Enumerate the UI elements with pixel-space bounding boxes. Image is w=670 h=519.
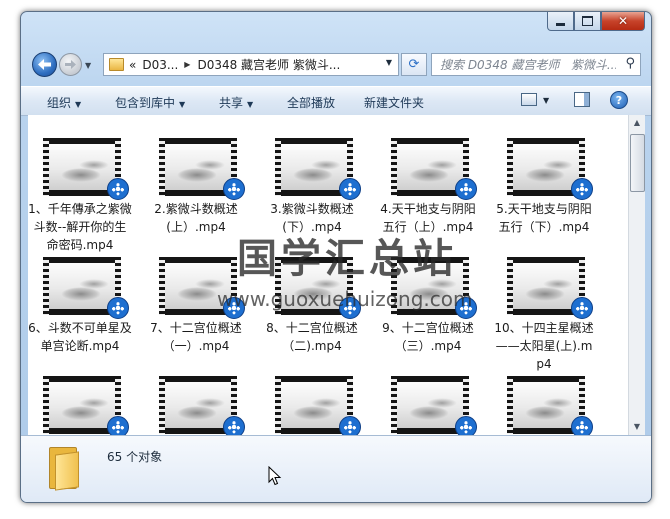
search-input[interactable] bbox=[438, 55, 618, 74]
explorer-window: ✕ ▼ « D03... ▶ D0348 藏宫老师 紫微斗... ▼ ⟳ ⚲ 组… bbox=[20, 11, 652, 503]
refresh-button[interactable]: ⟳ bbox=[401, 53, 427, 76]
video-thumbnail bbox=[391, 138, 477, 200]
media-player-icon bbox=[571, 178, 593, 200]
caption-buttons: ✕ bbox=[547, 12, 645, 31]
help-icon[interactable]: ? bbox=[610, 91, 628, 109]
file-name: 3.紫微斗数概述(下）.mp4 bbox=[270, 202, 354, 234]
share-menu[interactable]: 共享 ▼ bbox=[219, 94, 253, 111]
arrow-right-icon bbox=[65, 60, 76, 69]
chevron-down-icon: ▼ bbox=[75, 100, 82, 109]
minimize-button[interactable] bbox=[547, 12, 574, 31]
refresh-icon: ⟳ bbox=[408, 57, 420, 72]
folder-icon bbox=[109, 58, 124, 71]
video-thumbnail bbox=[159, 138, 245, 200]
recent-pages-dropdown-icon[interactable]: ▼ bbox=[85, 61, 91, 70]
chevron-down-icon: ▼ bbox=[247, 100, 254, 109]
chevron-right-icon[interactable]: ▶ bbox=[184, 60, 190, 69]
file-name: 6、斗数不可单星及单宫论断.mp4 bbox=[28, 321, 132, 353]
video-thumbnail bbox=[159, 376, 245, 435]
new-folder-button[interactable]: 新建文件夹 bbox=[364, 94, 424, 111]
media-player-icon bbox=[455, 297, 477, 319]
chevron-down-icon[interactable]: ▼ bbox=[386, 58, 392, 67]
breadcrumb-item[interactable]: D03... bbox=[142, 58, 178, 72]
item-count: 65 个对象 bbox=[107, 450, 163, 464]
file-list: 1、千年傳承之紫微斗数--解开你的生命密码.mp4 2.紫微斗数概述(上）.mp4… bbox=[28, 115, 628, 435]
media-player-icon bbox=[455, 416, 477, 435]
folder-icon bbox=[49, 445, 79, 491]
media-player-icon bbox=[339, 297, 361, 319]
address-bar[interactable]: « D03... ▶ D0348 藏宫老师 紫微斗... ▼ bbox=[103, 53, 399, 76]
file-name: 5.天干地支与阴阳五行（下）.mp4 bbox=[496, 202, 592, 234]
media-player-icon bbox=[107, 178, 129, 200]
chevron-down-icon: ▼ bbox=[179, 100, 186, 109]
video-thumbnail bbox=[391, 257, 477, 319]
preview-pane-icon[interactable] bbox=[574, 92, 590, 107]
mouse-cursor-icon bbox=[268, 466, 282, 486]
arrow-left-icon bbox=[38, 59, 51, 70]
close-icon: ✕ bbox=[617, 14, 629, 28]
media-player-icon bbox=[455, 178, 477, 200]
search-box: ⚲ bbox=[431, 53, 641, 76]
media-player-icon bbox=[107, 297, 129, 319]
include-in-library-label: 包含到库中 bbox=[115, 96, 176, 110]
organize-label: 组织 bbox=[47, 96, 72, 110]
breadcrumb-overflow[interactable]: « bbox=[129, 58, 136, 72]
media-player-icon bbox=[223, 178, 245, 200]
video-thumbnail bbox=[43, 138, 129, 200]
file-name: 4.天干地支与阴阳五行（上）.mp4 bbox=[380, 202, 476, 234]
maximize-icon bbox=[582, 16, 593, 26]
organize-menu[interactable]: 组织 ▼ bbox=[47, 94, 81, 111]
file-name: 2.紫微斗数概述(上）.mp4 bbox=[154, 202, 238, 234]
video-thumbnail bbox=[275, 138, 361, 200]
video-thumbnail bbox=[43, 257, 129, 319]
video-thumbnail bbox=[391, 376, 477, 435]
media-player-icon bbox=[107, 416, 129, 435]
video-thumbnail bbox=[275, 257, 361, 319]
media-player-icon bbox=[571, 297, 593, 319]
include-in-library-menu[interactable]: 包含到库中 ▼ bbox=[115, 94, 185, 111]
file-name: 8、十二宫位概述（二).mp4 bbox=[266, 321, 358, 353]
media-player-icon bbox=[571, 416, 593, 435]
video-thumbnail bbox=[159, 257, 245, 319]
scroll-up-icon[interactable]: ▲ bbox=[629, 115, 645, 131]
media-player-icon bbox=[223, 416, 245, 435]
play-all-button[interactable]: 全部播放 bbox=[287, 94, 335, 111]
media-player-icon bbox=[339, 178, 361, 200]
search-icon[interactable]: ⚲ bbox=[625, 56, 635, 71]
file-name: 7、十二宫位概述（一）.mp4 bbox=[150, 321, 242, 353]
back-button[interactable] bbox=[32, 52, 57, 77]
change-view-icon[interactable] bbox=[521, 93, 537, 106]
media-player-icon bbox=[223, 297, 245, 319]
video-thumbnail bbox=[507, 376, 593, 435]
video-thumbnail bbox=[43, 376, 129, 435]
video-thumbnail bbox=[507, 138, 593, 200]
maximize-button[interactable] bbox=[574, 12, 601, 31]
video-thumbnail bbox=[507, 257, 593, 319]
navigation-bar: ▼ « D03... ▶ D0348 藏宫老师 紫微斗... ▼ ⟳ ⚲ bbox=[21, 50, 651, 78]
media-player-icon bbox=[339, 416, 361, 435]
share-label: 共享 bbox=[219, 96, 244, 110]
scrollbar-thumb[interactable] bbox=[630, 134, 645, 192]
chevron-down-icon[interactable]: ▼ bbox=[543, 96, 549, 105]
forward-button[interactable] bbox=[59, 53, 82, 76]
close-button[interactable]: ✕ bbox=[601, 12, 645, 31]
command-bar: 组织 ▼ 包含到库中 ▼ 共享 ▼ 全部播放 新建文件夹 ▼ ? bbox=[21, 86, 651, 116]
file-name: 9、十二宫位概述（三）.mp4 bbox=[382, 321, 474, 353]
breadcrumb-current[interactable]: D0348 藏宫老师 紫微斗... bbox=[197, 56, 340, 73]
vertical-scrollbar[interactable]: ▲ ▼ bbox=[628, 115, 645, 435]
details-pane: 65 个对象 bbox=[21, 435, 651, 502]
file-name: 1、千年傳承之紫微斗数--解开你的生命密码.mp4 bbox=[28, 202, 132, 252]
scroll-down-icon[interactable]: ▼ bbox=[629, 419, 645, 435]
file-name: 10、十四主星概述——太阳星(上).mp4 bbox=[494, 321, 594, 371]
video-thumbnail bbox=[275, 376, 361, 435]
minimize-icon bbox=[556, 22, 565, 26]
